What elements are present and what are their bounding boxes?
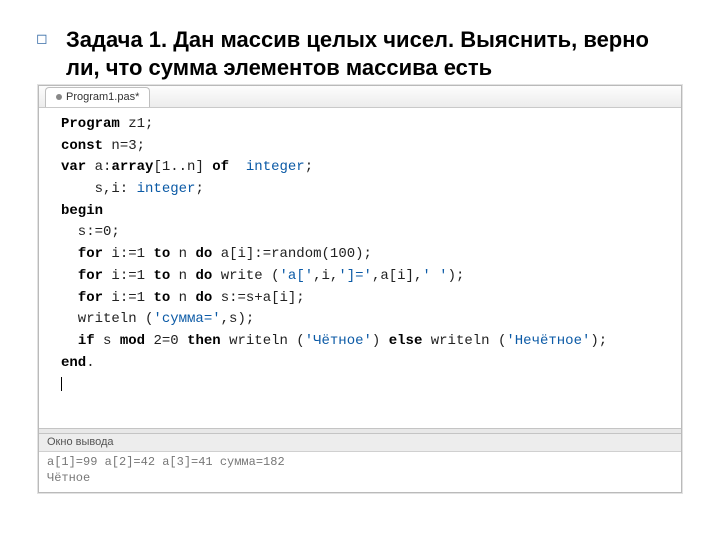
code-text	[229, 159, 246, 175]
code-text: ,a[i],	[372, 268, 422, 284]
kw-then: then	[187, 333, 221, 349]
kw-do: do	[195, 268, 212, 284]
kw-do: do	[195, 290, 212, 306]
code-text: n	[170, 246, 195, 262]
ide-window: Program1.pas* Program z1; const n=3; var…	[38, 85, 682, 493]
kw-for: for	[78, 246, 103, 262]
kw-of: of	[212, 159, 229, 175]
file-tab[interactable]: Program1.pas*	[45, 87, 150, 107]
task-text: Задача 1. Дан массив целых чисел. Выясни…	[66, 26, 680, 81]
kw-do: do	[195, 246, 212, 262]
string-literal: 'Нечётное'	[506, 333, 590, 349]
kw-to: to	[153, 290, 170, 306]
string-literal: ' '	[422, 268, 447, 284]
kw-begin: begin	[61, 203, 103, 219]
code-text: );	[590, 333, 607, 349]
string-literal: 'Чётное'	[305, 333, 372, 349]
code-text: a[i]:=random(100);	[212, 246, 372, 262]
type-integer: integer	[246, 159, 305, 175]
code-text: )	[372, 333, 389, 349]
code-text: n	[170, 290, 195, 306]
tab-label: Program1.pas*	[66, 91, 139, 103]
modified-dot-icon	[56, 94, 62, 100]
output-line: a[1]=99 a[2]=42 a[3]=41 сумма=182	[47, 454, 673, 470]
code-text	[61, 268, 78, 284]
code-text: s:=0;	[61, 224, 120, 240]
kw-const: const	[61, 138, 103, 154]
code-text: i:=1	[103, 268, 153, 284]
kw-mod: mod	[120, 333, 145, 349]
slide: ◻ Задача 1. Дан массив целых чисел. Выяс…	[0, 0, 720, 540]
string-literal: 'a['	[280, 268, 314, 284]
tab-bar: Program1.pas*	[39, 86, 681, 108]
kw-for: for	[78, 268, 103, 284]
output-panel-header[interactable]: Окно вывода	[39, 434, 681, 452]
kw-array: array	[111, 159, 153, 175]
code-text: z1;	[120, 116, 154, 132]
code-text: s	[95, 333, 120, 349]
code-text: writeln (	[422, 333, 506, 349]
code-text: 2=0	[145, 333, 187, 349]
code-text: ,s);	[221, 311, 255, 327]
code-text: writeln (	[221, 333, 305, 349]
code-text: ;	[305, 159, 313, 175]
kw-program: Program	[61, 116, 120, 132]
output-panel: a[1]=99 a[2]=42 a[3]=41 сумма=182Чётное	[39, 452, 681, 492]
code-text: a:	[86, 159, 111, 175]
text-cursor	[61, 377, 62, 391]
code-text: n=3;	[103, 138, 145, 154]
kw-for: for	[78, 290, 103, 306]
kw-end: end	[61, 355, 86, 371]
code-text: i:=1	[103, 246, 153, 262]
code-text: writeln (	[61, 311, 153, 327]
code-editor[interactable]: Program z1; const n=3; var a:array[1..n]…	[39, 108, 681, 428]
kw-to: to	[153, 246, 170, 262]
string-literal: 'сумма='	[153, 311, 220, 327]
code-text: ,i,	[313, 268, 338, 284]
code-text: );	[448, 268, 465, 284]
code-text	[61, 290, 78, 306]
kw-if: if	[78, 333, 95, 349]
kw-else: else	[389, 333, 423, 349]
kw-to: to	[153, 268, 170, 284]
code-text: s:=s+a[i];	[212, 290, 304, 306]
code-text	[61, 246, 78, 262]
kw-var: var	[61, 159, 86, 175]
code-text: [1..n]	[153, 159, 212, 175]
code-text: i:=1	[103, 290, 153, 306]
output-line: Чётное	[47, 470, 673, 486]
code-text	[61, 333, 78, 349]
code-text: ;	[195, 181, 203, 197]
string-literal: ']='	[338, 268, 372, 284]
code-text: write (	[212, 268, 279, 284]
code-text: n	[170, 268, 195, 284]
task-heading: Задача 1. Дан массив целых чисел. Выясни…	[0, 0, 720, 87]
code-text: .	[86, 355, 94, 371]
code-text: s,i:	[61, 181, 137, 197]
type-integer: integer	[137, 181, 196, 197]
bullet-icon: ◻	[36, 30, 48, 47]
